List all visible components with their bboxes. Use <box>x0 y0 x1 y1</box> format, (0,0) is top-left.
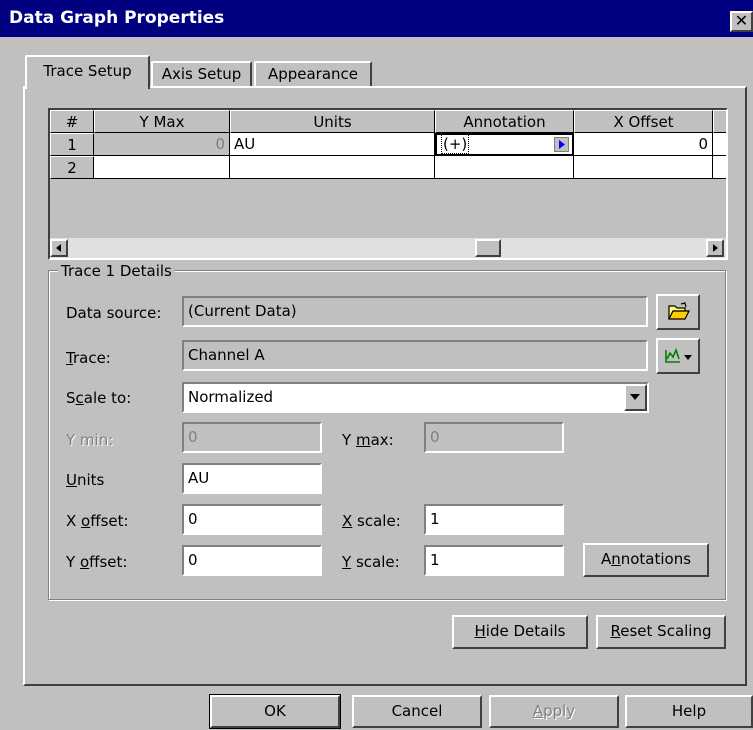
x-offset-label: X offset: <box>66 512 129 530</box>
scroll-right-button[interactable] <box>706 239 724 257</box>
title-bar: Data Graph Properties ✕ <box>0 0 753 37</box>
scroll-thumb[interactable] <box>475 239 501 257</box>
grid-header-xoffset[interactable]: X Offset <box>574 110 713 133</box>
grid-header-ymax[interactable]: Y Max <box>94 110 230 133</box>
trace-picker-button[interactable] <box>656 338 700 374</box>
y-scale-field[interactable]: 1 <box>424 545 564 576</box>
y-min-field: 0 <box>182 422 322 453</box>
apply-button[interactable]: Apply <box>489 695 619 728</box>
reset-scaling-button[interactable]: Reset Scaling <box>596 615 726 649</box>
open-folder-button[interactable] <box>656 294 700 330</box>
close-icon: ✕ <box>734 11 749 30</box>
y-max-field: 0 <box>424 422 564 453</box>
play-arrow-icon[interactable] <box>554 137 569 152</box>
cell-xoffset[interactable] <box>574 156 713 179</box>
y-offset-field[interactable]: 0 <box>182 545 322 576</box>
units-label: Units <box>66 471 105 489</box>
units-field[interactable]: AU <box>182 463 322 494</box>
cell-annotation[interactable] <box>435 156 574 179</box>
trace-grid: # Y Max Units Annotation X Offset 1 0 AU… <box>48 108 728 260</box>
data-source-field[interactable]: (Current Data) <box>182 296 648 327</box>
trace-label: Trace: <box>66 349 111 367</box>
ok-button[interactable]: OK <box>209 694 341 729</box>
tab-label: Axis Setup <box>161 65 242 83</box>
cell-extra <box>713 156 726 179</box>
cell-annotation[interactable]: (+) <box>435 133 574 156</box>
y-scale-label: Y scale: <box>342 553 400 571</box>
grid-header-extra <box>713 110 726 133</box>
tab-trace-setup[interactable]: Trace Setup <box>25 55 150 89</box>
cell-units[interactable]: AU <box>230 133 435 156</box>
scroll-left-button[interactable] <box>50 239 68 257</box>
tab-axis-setup[interactable]: Axis Setup <box>151 61 252 87</box>
chevron-down-icon <box>630 394 640 400</box>
y-offset-label: Y offset: <box>66 553 128 571</box>
dropdown-button[interactable] <box>624 384 647 411</box>
cancel-button[interactable]: Cancel <box>352 695 482 728</box>
grid-header-annotation[interactable]: Annotation <box>435 110 574 133</box>
hide-details-button[interactable]: Hide Details <box>452 615 588 649</box>
y-min-label: Y min: <box>66 431 114 449</box>
annotation-value: (+) <box>441 135 470 154</box>
grid-header-num[interactable]: # <box>50 110 94 133</box>
cell-extra <box>713 133 726 156</box>
row-number[interactable]: 2 <box>50 156 94 179</box>
tab-label: Appearance <box>267 65 359 83</box>
row-number[interactable]: 1 <box>50 133 94 156</box>
chart-dropdown-icon <box>665 347 692 363</box>
grid-header-units[interactable]: Units <box>230 110 435 133</box>
trace-field[interactable]: Channel A <box>182 340 648 371</box>
x-scale-label: X scale: <box>342 512 401 530</box>
window-title: Data Graph Properties <box>9 8 225 28</box>
tab-appearance[interactable]: Appearance <box>254 61 372 87</box>
x-offset-field[interactable]: 0 <box>182 504 322 535</box>
x-scale-field[interactable]: 1 <box>424 504 564 535</box>
horizontal-scrollbar[interactable] <box>50 238 726 258</box>
cell-ymax[interactable] <box>94 156 230 179</box>
scale-to-label: Scale to: <box>66 389 132 407</box>
arrow-right-icon <box>713 244 718 252</box>
data-source-label: Data source: <box>66 304 162 322</box>
folder-open-icon <box>668 302 690 320</box>
scale-to-select[interactable]: Normalized <box>182 382 649 413</box>
scale-to-value: Normalized <box>188 388 274 406</box>
cell-units[interactable] <box>230 156 435 179</box>
cell-ymax[interactable]: 0 <box>94 133 230 156</box>
y-max-label: Y max: <box>342 431 394 449</box>
annotations-button[interactable]: Annotations <box>583 543 709 577</box>
tab-label: Trace Setup <box>43 62 132 80</box>
close-button[interactable]: ✕ <box>730 11 753 32</box>
cell-xoffset[interactable]: 0 <box>574 133 713 156</box>
group-title: Trace 1 Details <box>58 262 175 280</box>
arrow-left-icon <box>56 244 61 252</box>
help-button[interactable]: Help <box>625 695 753 728</box>
